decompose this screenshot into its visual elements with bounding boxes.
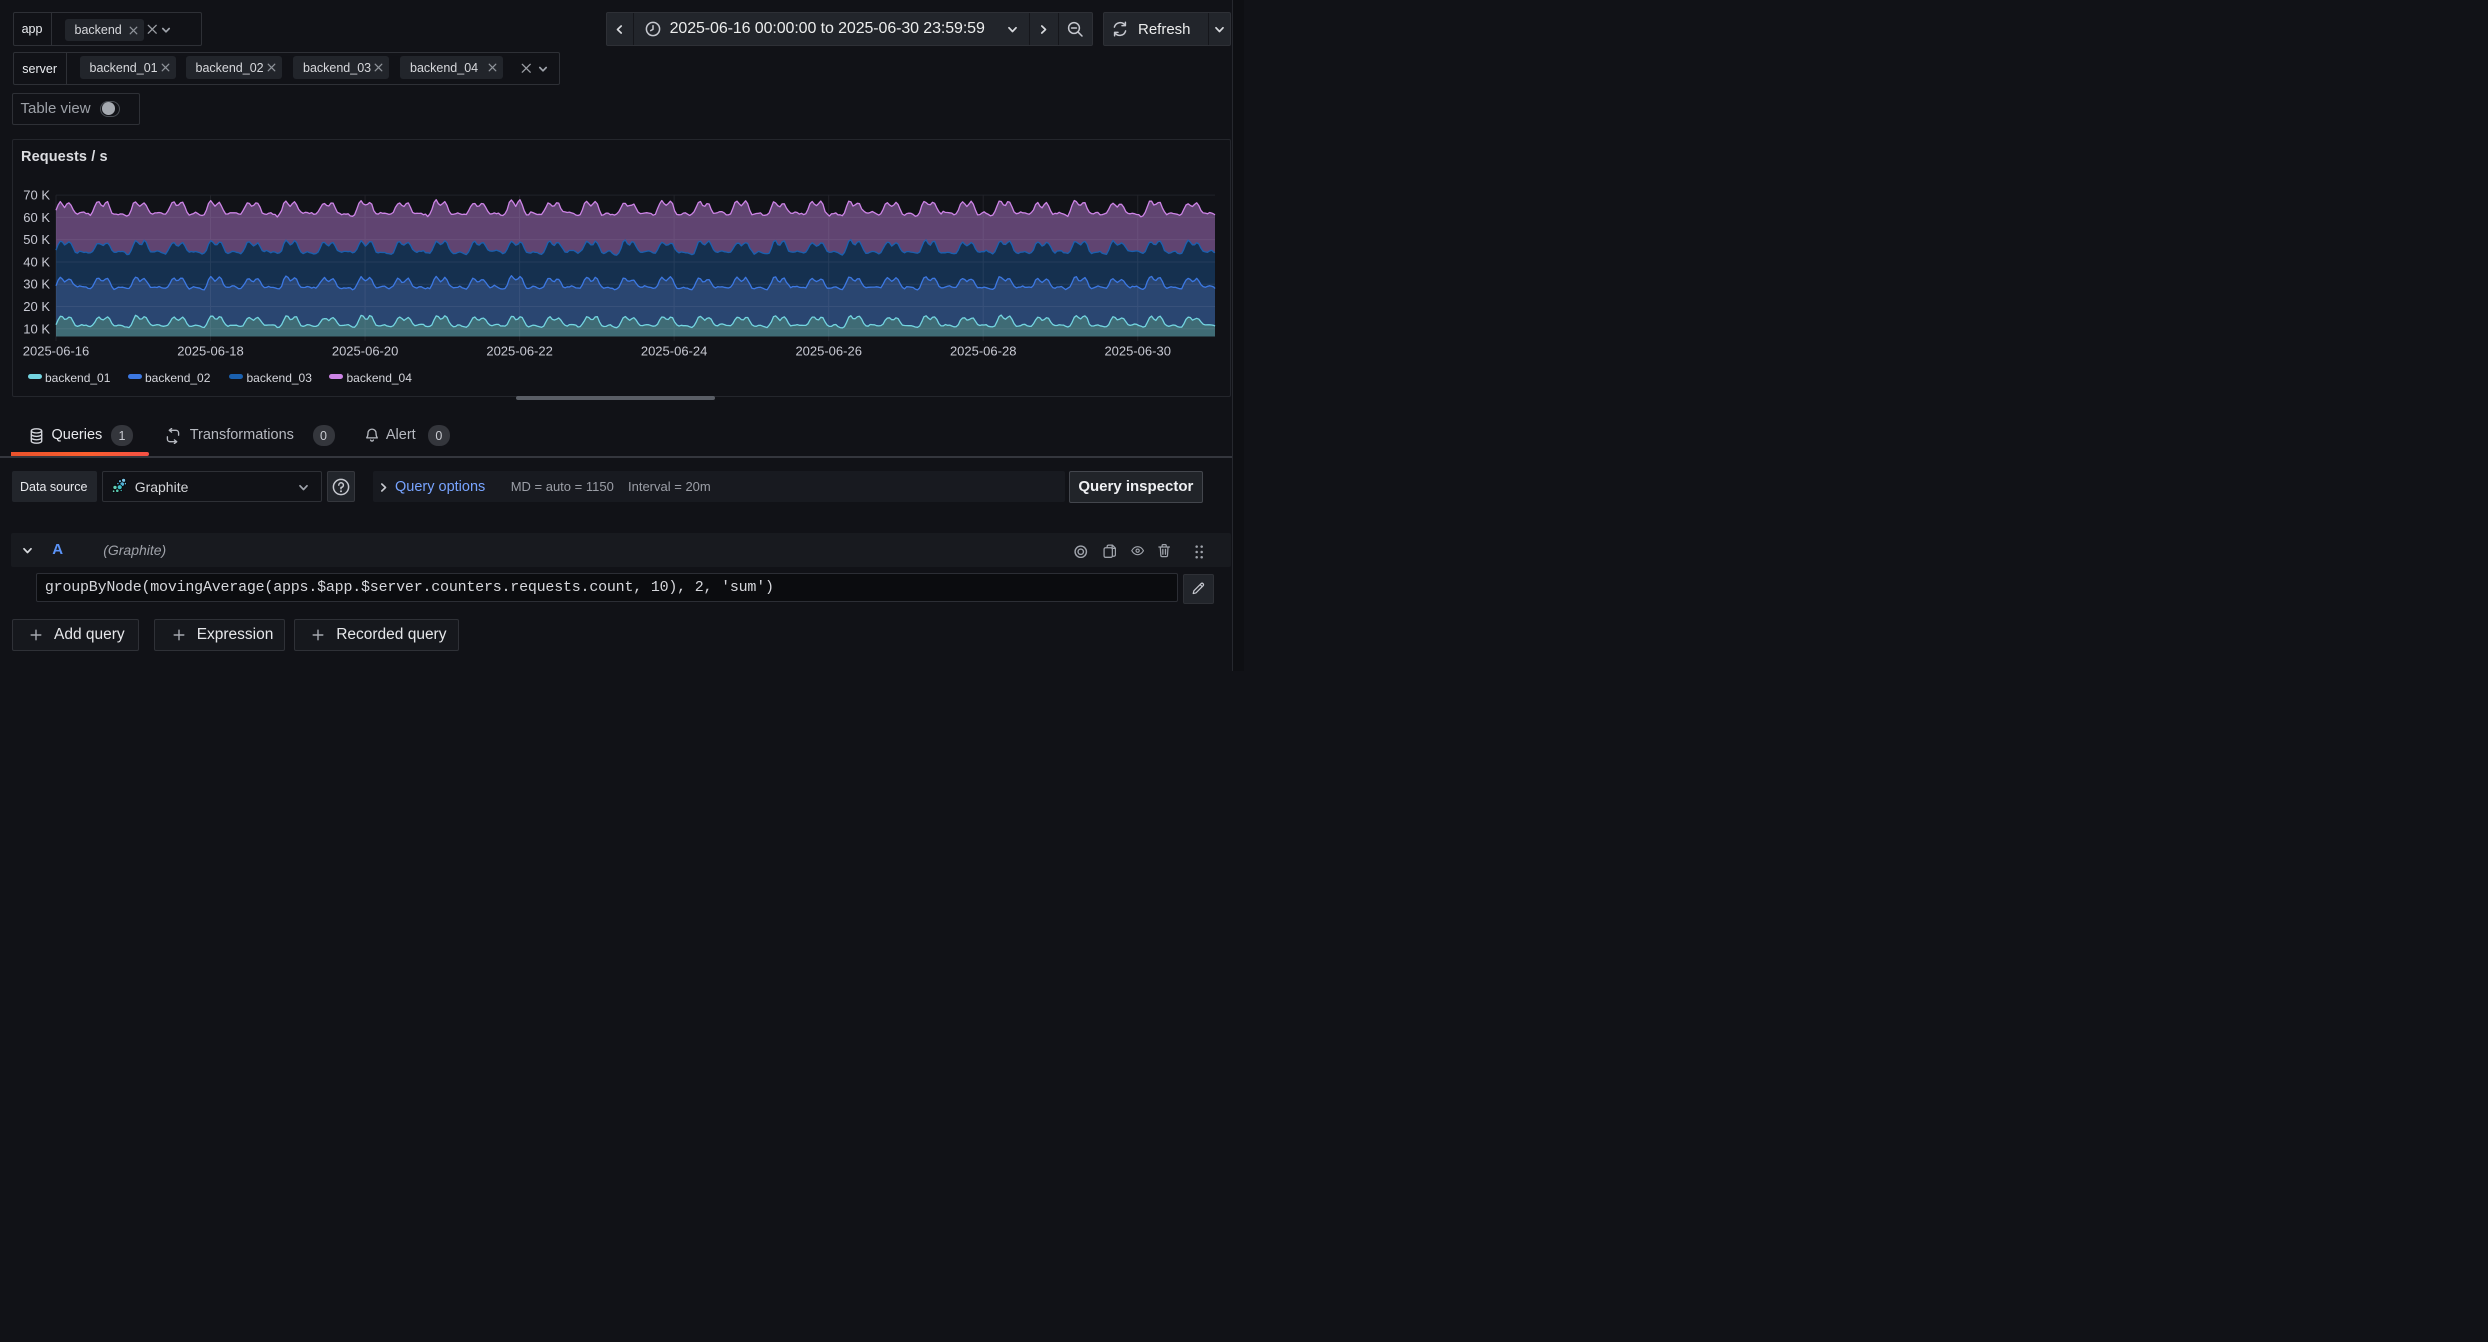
svg-text:30 K: 30 K (23, 277, 50, 292)
svg-text:20 K: 20 K (23, 299, 50, 314)
svg-text:2025-06-22: 2025-06-22 (486, 344, 553, 359)
svg-text:2025-06-30: 2025-06-30 (1104, 344, 1171, 359)
svg-text:40 K: 40 K (23, 254, 50, 269)
svg-text:60 K: 60 K (23, 210, 50, 225)
svg-text:2025-06-16: 2025-06-16 (23, 344, 90, 359)
svg-text:2025-06-24: 2025-06-24 (641, 344, 708, 359)
svg-text:2025-06-20: 2025-06-20 (332, 344, 399, 359)
svg-text:2025-06-26: 2025-06-26 (795, 344, 862, 359)
svg-text:2025-06-18: 2025-06-18 (177, 344, 244, 359)
svg-text:10 K: 10 K (23, 321, 50, 336)
svg-text:70 K: 70 K (23, 188, 50, 203)
svg-text:50 K: 50 K (23, 232, 50, 247)
svg-text:2025-06-28: 2025-06-28 (950, 344, 1017, 359)
